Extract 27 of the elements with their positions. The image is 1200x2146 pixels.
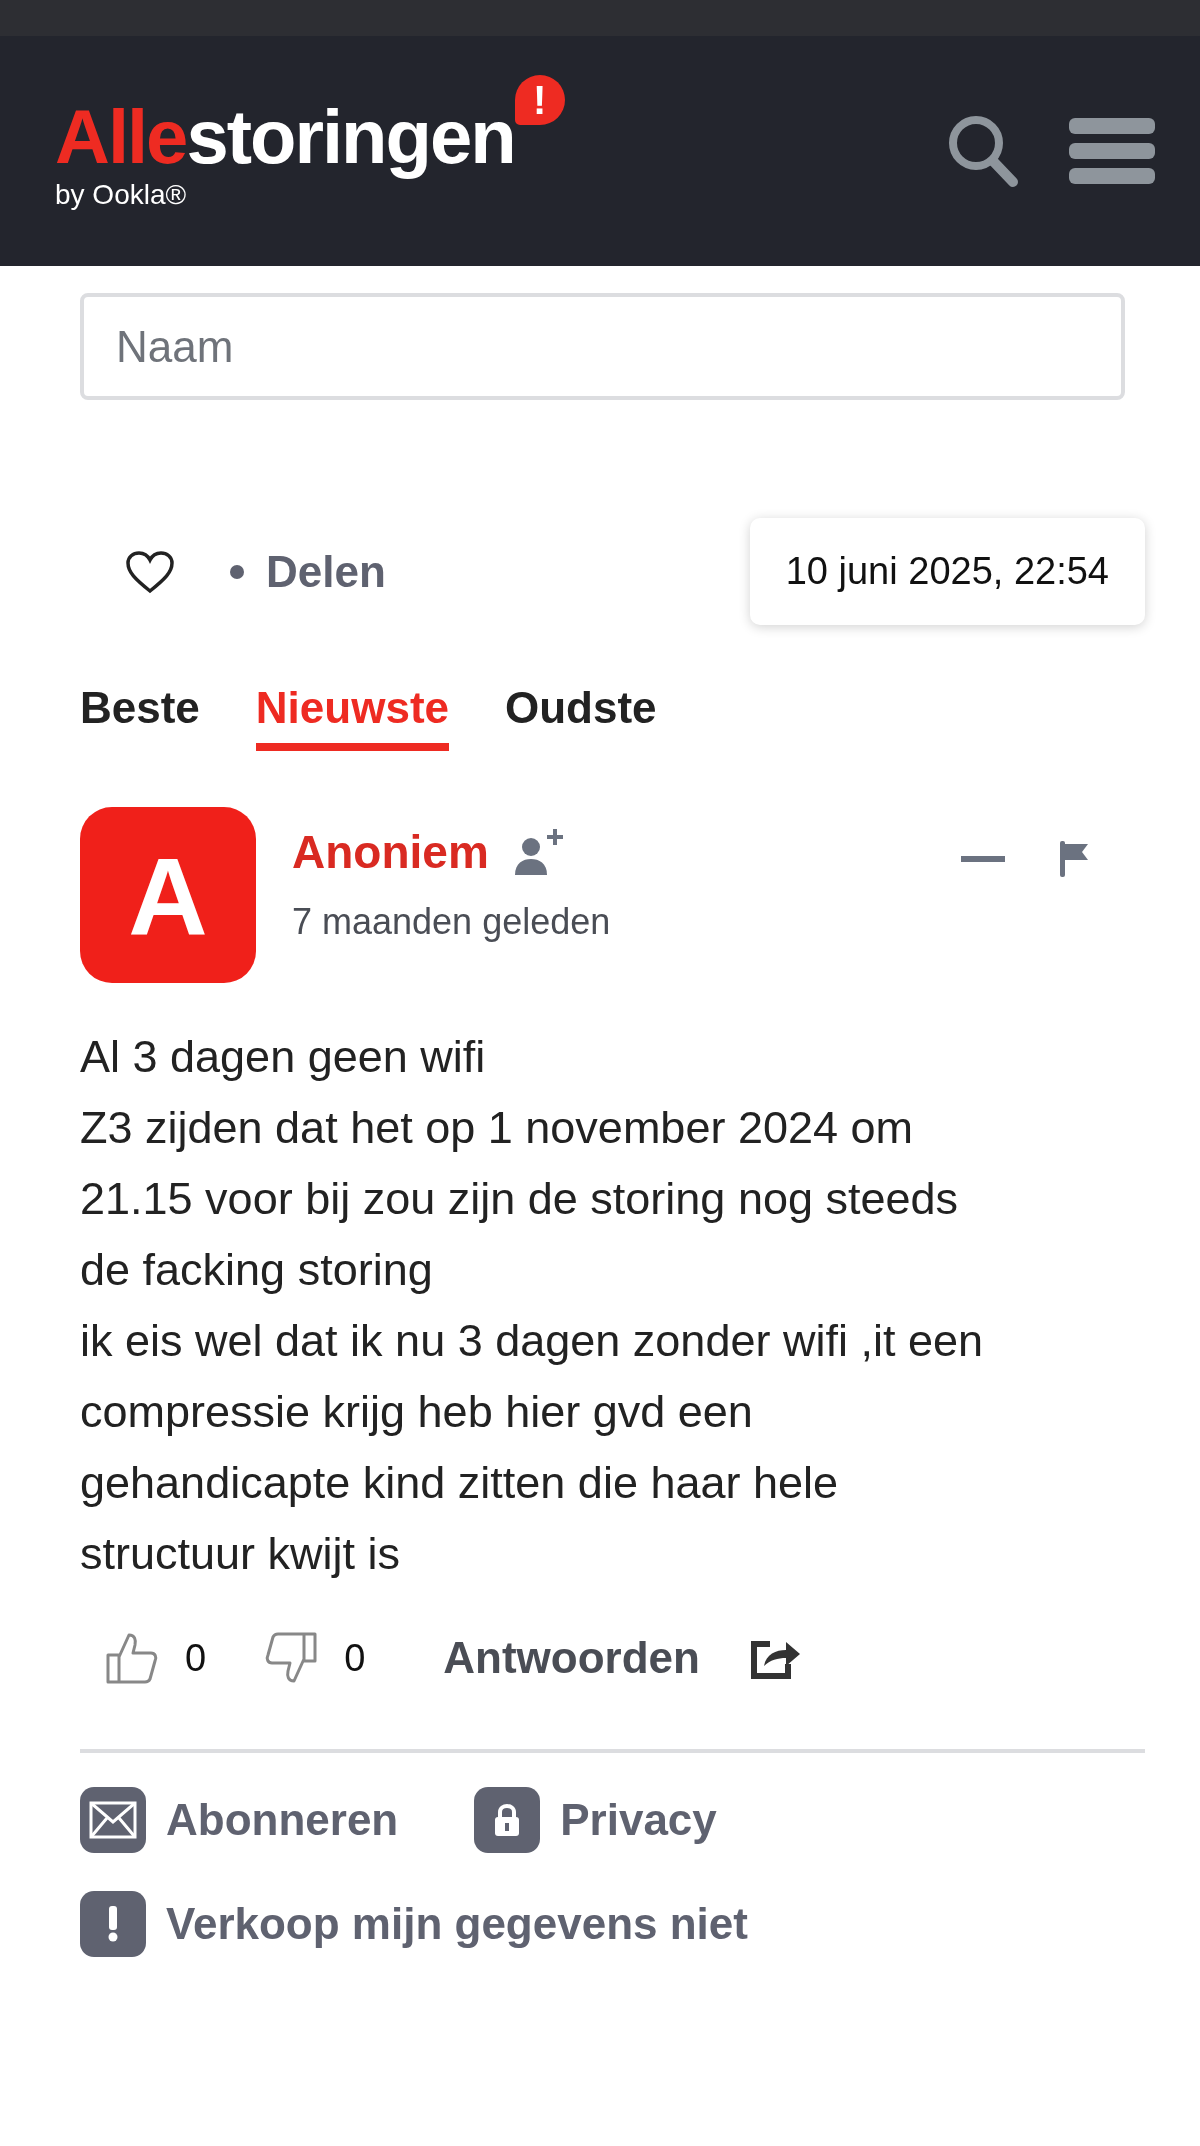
name-field[interactable]: Naam [80,293,1125,400]
flag-icon[interactable] [1060,841,1090,877]
search-icon[interactable] [947,114,1019,188]
sort-tab[interactable]: Beste [80,683,200,751]
alert-icon [80,1891,146,1957]
sort-tab[interactable]: Oudste [505,683,657,751]
lock-icon [474,1787,541,1853]
comment-text: Al 3 dagen geen wifi Z3 zijden dat het op 1 november 2024 om 21.15 voor bij zou zijn de storing nog steeds de facking storing ik eis wel dat ik nu 3 dagen zonder wifi ,it een compressie krijg heb hier gvd een gehandicapte kind zitten die haar hele structuur kwijt is [80,1030,984,1581]
thumbs-down-icon[interactable] [264,1631,319,1685]
footer-link[interactable]: Abonneren [80,1787,399,1853]
heart-icon[interactable] [125,549,175,594]
avatar: A [80,807,256,983]
mail-icon [80,1787,146,1853]
footer-link[interactable]: Privacy [474,1787,717,1853]
reply-button[interactable]: Antwoorden [443,1633,700,1683]
thumbs-up-icon[interactable] [105,1631,159,1685]
sort-tab[interactable]: Nieuwste [255,683,449,751]
logo-byline: by Ookla® [55,179,188,211]
date-tooltip: 10 juni 2025, 22:54 [749,518,1145,625]
author-name[interactable]: Anoniem [292,825,489,879]
logo-badge: ! [514,75,565,125]
comment-time: 7 maanden geleden [292,901,612,943]
like-count: 0 [185,1636,207,1680]
share-link[interactable]: Delen [230,546,386,597]
footer-link[interactable]: Verkoop mijn gegevens niet [80,1891,1080,1957]
dislike-count: 0 [344,1636,366,1680]
menu-icon[interactable] [1069,118,1155,184]
